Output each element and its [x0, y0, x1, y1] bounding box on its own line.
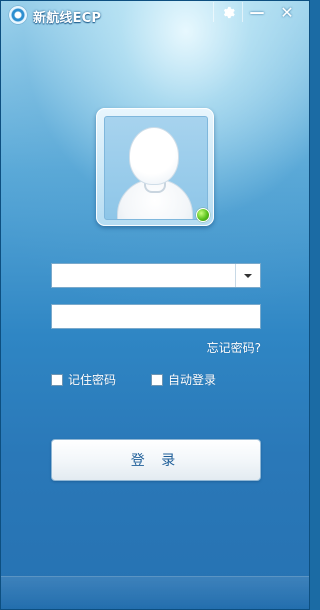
online-status-icon: [196, 208, 210, 222]
avatar[interactable]: [96, 108, 214, 226]
minimize-button[interactable]: —: [242, 2, 271, 22]
auto-login-checkbox[interactable]: [151, 373, 163, 386]
remember-password-checkbox[interactable]: [51, 373, 63, 386]
remember-password-label: 记住密码: [68, 373, 117, 387]
password-input[interactable]: [51, 304, 261, 329]
forgot-password-link[interactable]: 忘记密码?: [141, 339, 261, 356]
title-bar[interactable]: 新航线ECP — ✕: [1, 1, 309, 29]
auto-login-label: 自动登录: [168, 373, 217, 387]
window-controls: — ✕: [213, 2, 303, 24]
remember-password-option[interactable]: 记住密码: [51, 371, 116, 388]
chevron-down-icon: [244, 273, 252, 278]
footer-band: [1, 576, 309, 609]
account-combobox[interactable]: [51, 263, 261, 288]
account-dropdown-button[interactable]: [235, 264, 260, 287]
avatar-head: [129, 127, 179, 185]
login-button[interactable]: 登 录: [51, 439, 261, 481]
login-window: 新航线ECP — ✕ 忘记密码? 记住密码 自动登录 登 录: [0, 0, 310, 610]
auto-login-option[interactable]: 自动登录: [151, 371, 216, 388]
default-user-avatar-icon: [104, 116, 208, 220]
close-button[interactable]: ✕: [271, 2, 303, 22]
settings-button[interactable]: [213, 2, 242, 22]
gear-icon: [223, 6, 235, 18]
app-title: 新航线ECP: [33, 11, 102, 26]
app-logo-icon: [9, 6, 27, 24]
account-input[interactable]: [52, 264, 236, 287]
